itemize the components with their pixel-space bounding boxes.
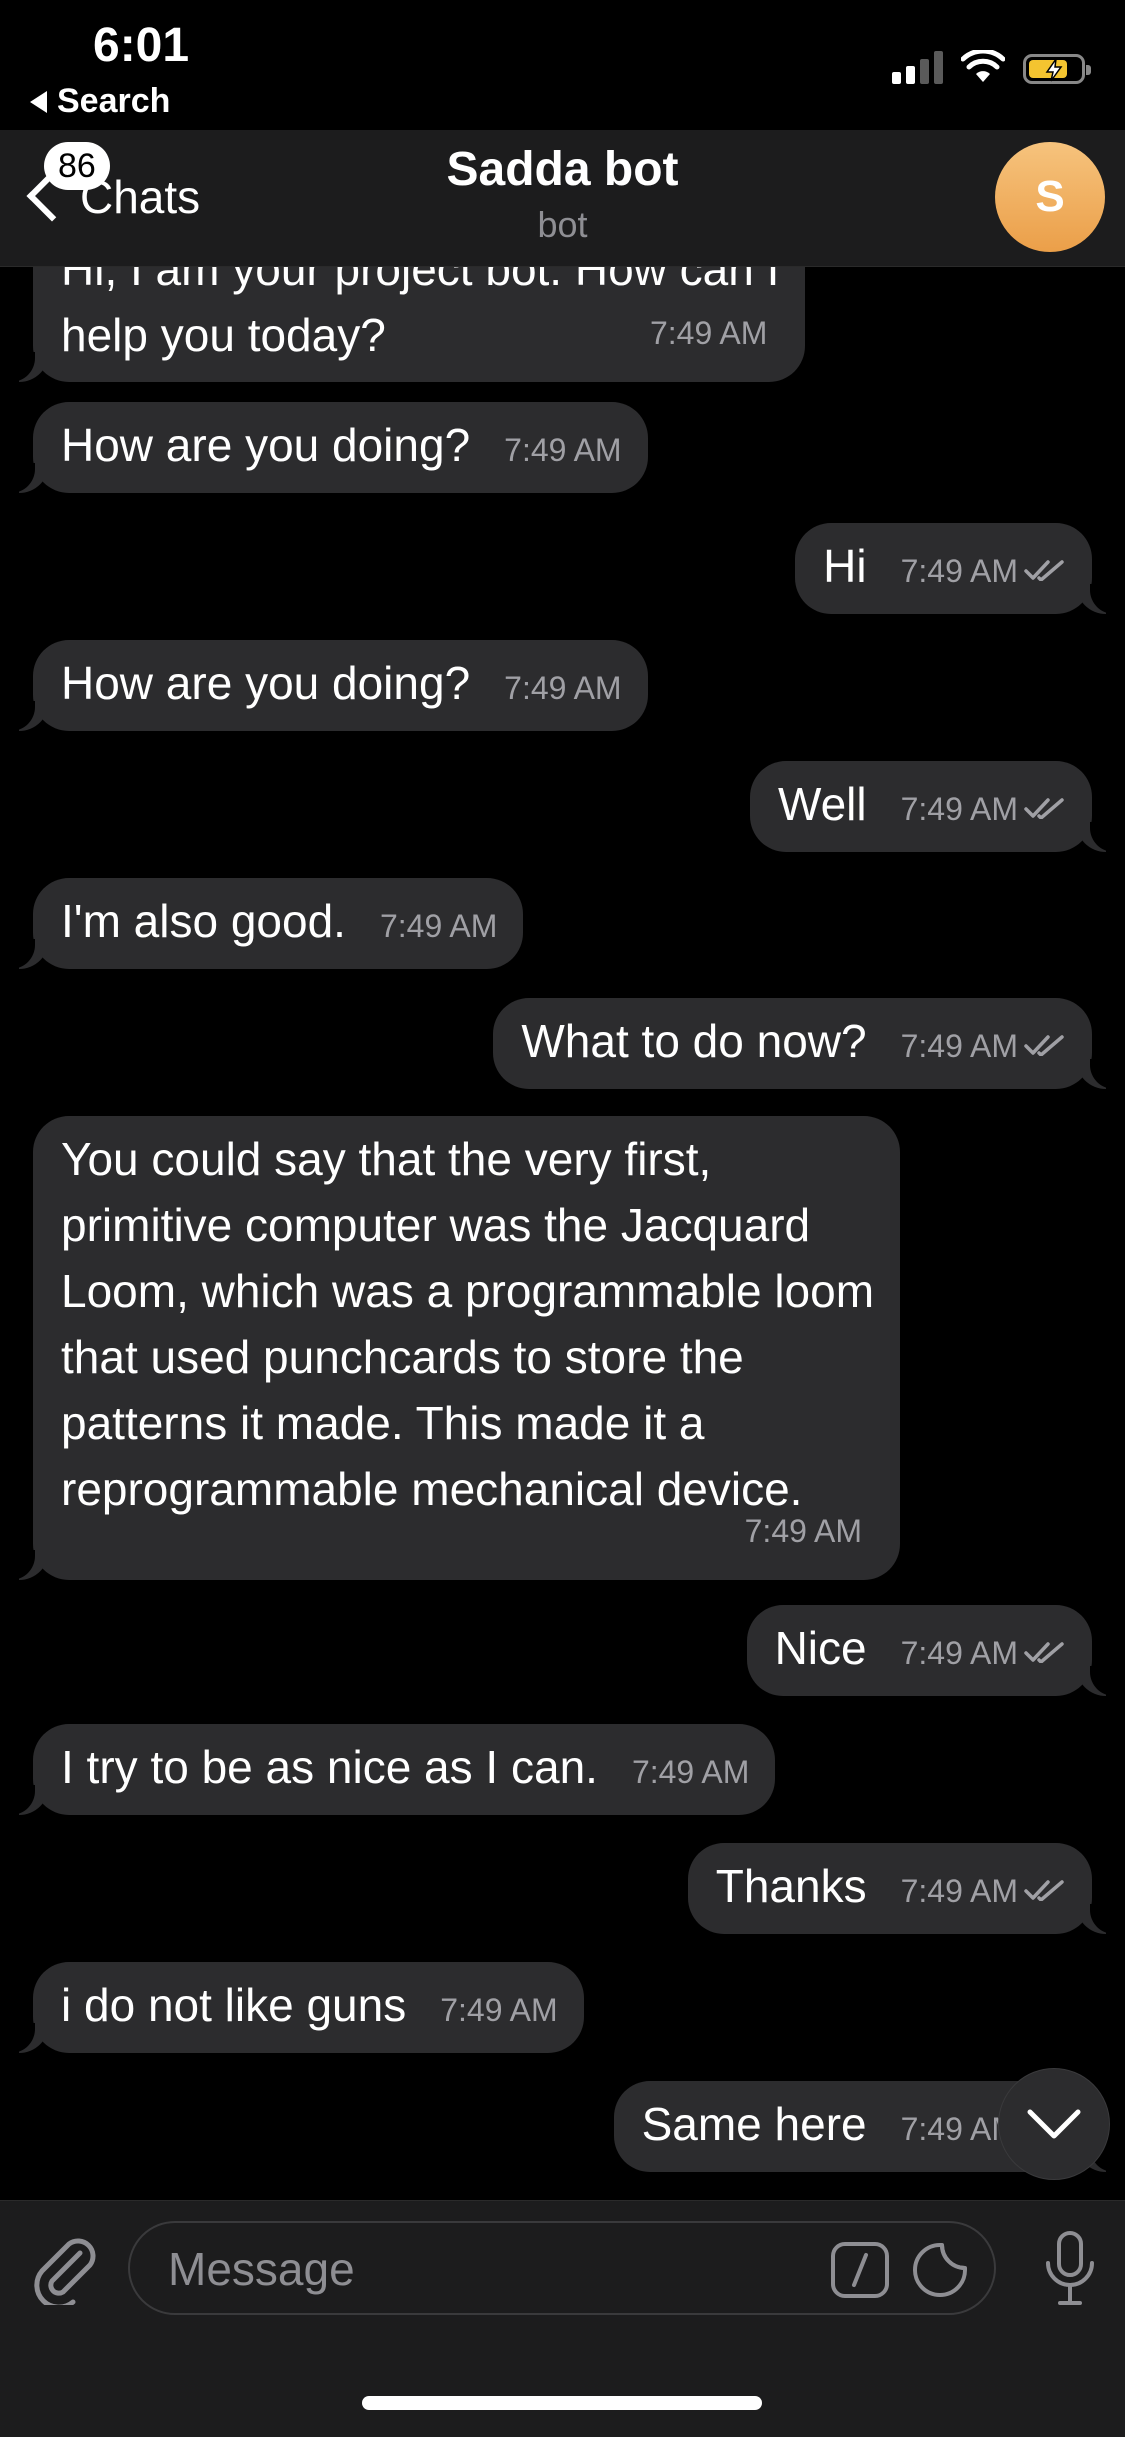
bubble-tail (1076, 822, 1118, 852)
chat-header: Chats 86 Sadda bot bot S (0, 130, 1125, 267)
charging-bolt-icon (1045, 58, 1063, 82)
incoming-message[interactable]: i do not like guns 7:49 AM (7, 1962, 584, 2053)
wifi-icon (961, 50, 1005, 82)
message-text: Same here (641, 2098, 867, 2150)
status-time: 6:01 (93, 19, 190, 72)
message-text: i do not like guns (61, 1979, 407, 2031)
read-checkmarks-icon (1024, 1880, 1064, 1901)
bubble-tail (7, 2023, 49, 2053)
message-time: 7:49 AM (440, 1992, 558, 2028)
microphone-icon (1046, 2231, 1094, 2305)
outgoing-message[interactable]: Nice 7:49 AM (746, 1605, 1118, 1696)
bubble-tail (7, 1785, 49, 1815)
chevron-down-icon (1027, 2109, 1081, 2139)
incoming-message[interactable]: How are you doing? 7:49 AM (7, 640, 648, 731)
message-time: 7:49 AM (900, 1028, 1018, 1064)
message-text: Hi (823, 540, 867, 592)
message-time: 7:49 AM (649, 315, 768, 351)
message-time: 7:49 AM (504, 432, 622, 468)
cellular-signal-icon (892, 50, 943, 84)
bot-commands-button[interactable] (830, 2241, 890, 2304)
message-time: 7:49 AM (631, 1754, 750, 1790)
bubble-tail (7, 352, 49, 382)
voice-record-button[interactable] (1043, 2229, 1097, 2314)
slash-command-icon (831, 2242, 889, 2298)
outgoing-message[interactable]: Well 7:49 AM (749, 761, 1118, 852)
incoming-message[interactable]: I try to be as nice as I can. 7:49 AM (7, 1724, 776, 1815)
message-time: 7:49 AM (900, 1873, 1018, 1909)
read-checkmarks-icon (1024, 1035, 1064, 1056)
attach-button[interactable] (30, 2231, 100, 2310)
read-checkmarks-icon (1024, 798, 1064, 819)
battery-icon (1023, 54, 1091, 84)
message-time: 7:49 AM (504, 670, 622, 706)
bubble-tail (1076, 1904, 1118, 1934)
read-checkmarks-icon (1024, 560, 1064, 581)
message-text: I'm also good. (61, 895, 346, 947)
status-bar: 6:01 Search (0, 0, 1125, 130)
scroll-to-bottom-button[interactable] (998, 2068, 1110, 2180)
home-indicator[interactable] (362, 2396, 762, 2410)
message-text: How are you doing? (61, 657, 471, 709)
message-time: 7:49 AM (379, 908, 498, 944)
bubble-tail (7, 701, 49, 731)
bubble-tail (1076, 1059, 1118, 1089)
read-checkmarks-icon (1024, 1642, 1064, 1663)
sticker-icon (913, 2243, 967, 2297)
incoming-message[interactable]: I'm also good. 7:49 AM (7, 878, 524, 969)
message-input[interactable] (166, 2241, 810, 2297)
back-triangle-icon (30, 90, 47, 113)
message-time: 7:49 AM (900, 553, 1018, 589)
message-time: 7:49 AM (900, 791, 1018, 827)
outgoing-message[interactable]: Hi 7:49 AM (795, 523, 1118, 614)
bubble-tail (7, 939, 49, 969)
outgoing-message[interactable]: What to do now? 7:49 AM (493, 998, 1118, 1089)
message-input-field[interactable] (128, 2221, 996, 2315)
incoming-message[interactable]: You could say that the very first, primi… (7, 1116, 901, 1580)
bubble-tail (1076, 1666, 1118, 1696)
message-time: 7:49 AM (744, 1513, 863, 1549)
message-text: You could say that the very first, primi… (61, 1133, 875, 1515)
incoming-message[interactable]: How are you doing? 7:49 AM (7, 402, 648, 493)
message-text: Nice (774, 1622, 867, 1674)
bubble-tail (1076, 584, 1118, 614)
avatar[interactable]: S (995, 142, 1105, 252)
message-text: What to do now? (521, 1015, 867, 1067)
back-to-app-link[interactable]: Search (30, 82, 170, 121)
message-text: Well (777, 778, 867, 830)
sticker-button[interactable] (910, 2241, 970, 2304)
message-text: I try to be as nice as I can. (61, 1741, 598, 1793)
chat-subtitle: bot (537, 204, 588, 245)
paperclip-icon (34, 2238, 96, 2310)
message-text: How are you doing? (61, 419, 471, 471)
bubble-tail (7, 1550, 49, 1580)
message-text: Thanks (715, 1860, 867, 1912)
bubble-tail (7, 463, 49, 493)
system-icons (892, 50, 1091, 84)
back-app-label: Search (57, 82, 171, 120)
outgoing-message[interactable]: Thanks 7:49 AM (687, 1843, 1118, 1934)
chat-title[interactable]: Sadda bot (0, 142, 1125, 197)
message-time: 7:49 AM (900, 1635, 1018, 1671)
